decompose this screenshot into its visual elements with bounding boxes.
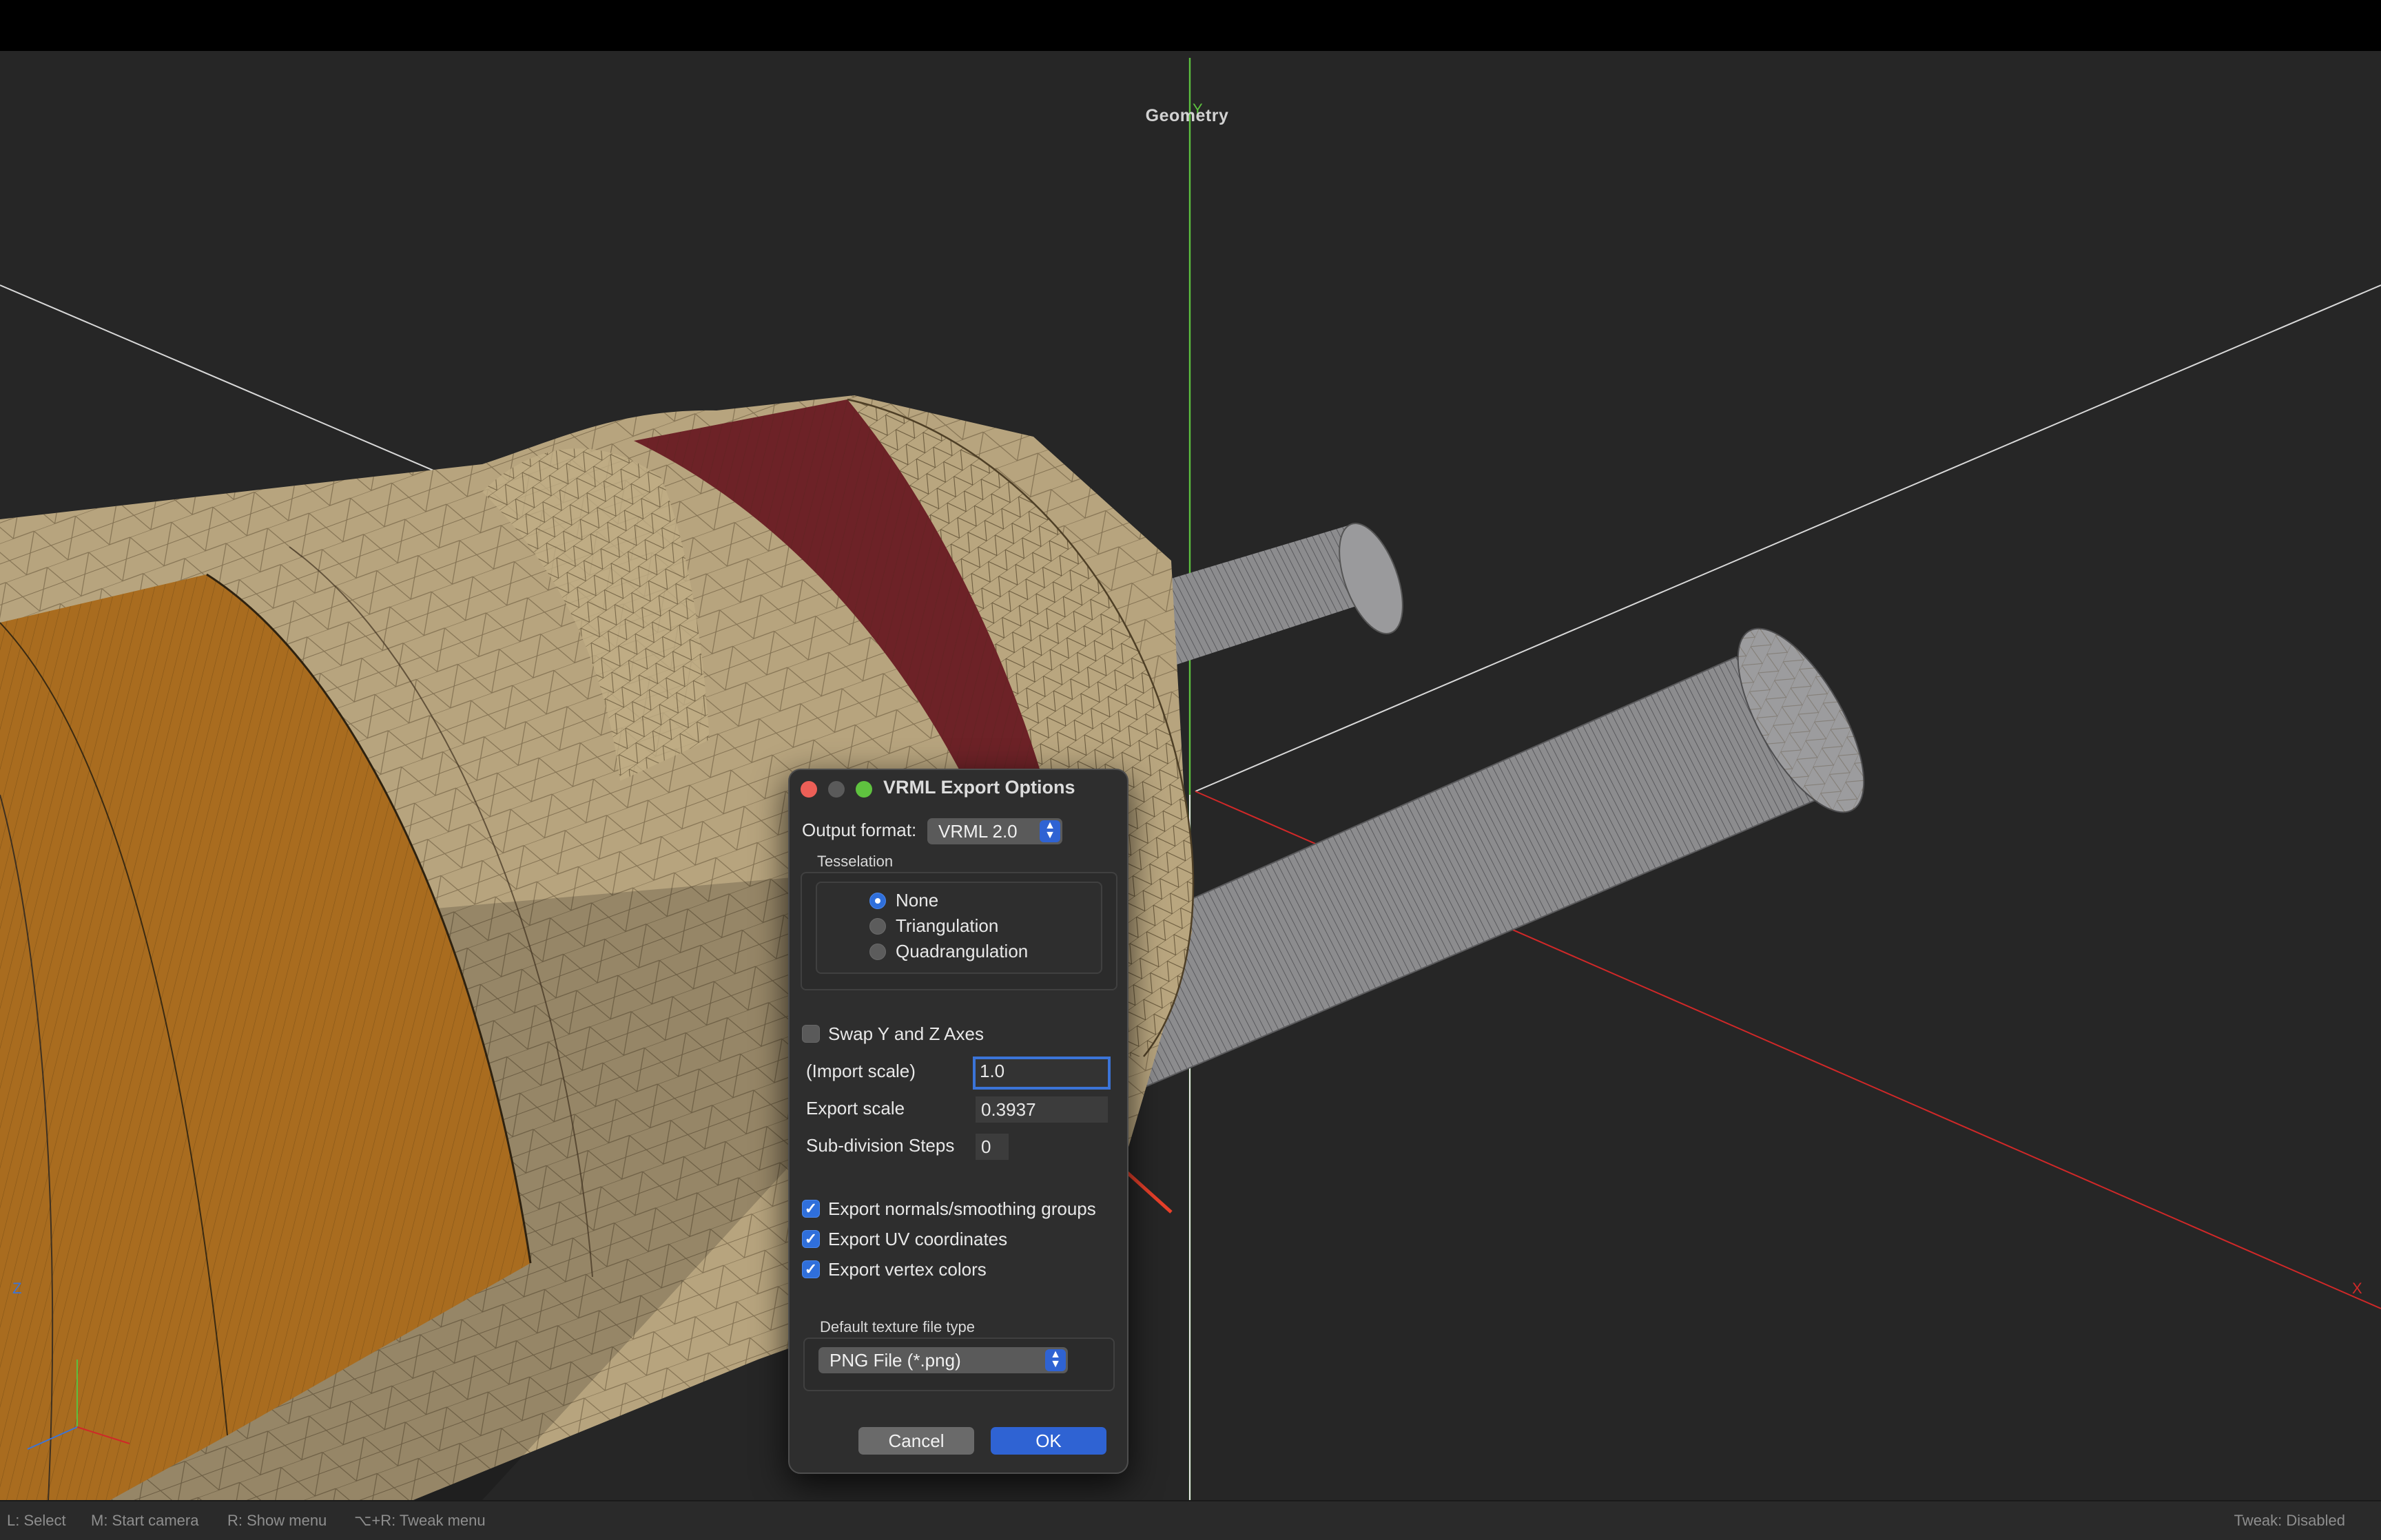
texture-type-label: Default texture file type bbox=[820, 1318, 976, 1335]
subdivision-field[interactable]: 0 bbox=[976, 1134, 1009, 1160]
menu-bar bbox=[0, 0, 2381, 51]
x-axis-label: X bbox=[2352, 1280, 2362, 1297]
dialog-title: VRML Export Options bbox=[883, 777, 1075, 798]
radio-quadrangulation[interactable] bbox=[869, 944, 886, 960]
export-normals-checkbox[interactable]: ✓ bbox=[802, 1200, 820, 1218]
chevron-updown-icon: ▲ ▼ bbox=[1040, 820, 1060, 842]
vrml-export-dialog: VRML Export Options Output format: VRML … bbox=[788, 769, 1128, 1474]
chevron-updown-icon: ▲ ▼ bbox=[1045, 1349, 1066, 1371]
swap-axes-label: Swap Y and Z Axes bbox=[828, 1023, 984, 1044]
texture-type-select[interactable]: PNG File (*.png) ▲ ▼ bbox=[818, 1347, 1068, 1373]
radio-quadrangulation-label: Quadrangulation bbox=[896, 941, 1029, 961]
import-scale-field[interactable]: 1.0 bbox=[973, 1057, 1111, 1090]
export-normals-label: Export normals/smoothing groups bbox=[828, 1198, 1096, 1219]
status-hint-tweak-menu: ⌥+R: Tweak menu bbox=[354, 1512, 486, 1529]
export-vertex-colors-label: Export vertex colors bbox=[828, 1259, 987, 1280]
export-scale-field[interactable]: 0.3937 bbox=[976, 1096, 1108, 1123]
radio-triangulation-label: Triangulation bbox=[896, 915, 999, 936]
radio-none[interactable] bbox=[869, 893, 886, 909]
scene-canvas: Y X Z bbox=[0, 58, 2381, 1500]
status-hint-menu: R: Show menu bbox=[227, 1512, 327, 1529]
viewport-title: Geometry bbox=[1145, 106, 1229, 125]
export-scale-label: Export scale bbox=[806, 1098, 905, 1118]
status-hint-select: L: Select bbox=[7, 1512, 66, 1529]
output-format-select[interactable]: VRML 2.0 ▲ ▼ bbox=[927, 818, 1062, 844]
status-hint-camera: M: Start camera bbox=[91, 1512, 199, 1529]
ok-button[interactable]: OK bbox=[991, 1427, 1106, 1455]
radio-triangulation[interactable] bbox=[869, 918, 886, 935]
z-axis-label: Z bbox=[12, 1280, 21, 1297]
output-format-label: Output format: bbox=[802, 820, 917, 840]
status-bar: L: Select M: Start camera R: Show menu ⌥… bbox=[0, 1500, 2381, 1540]
export-uv-checkbox[interactable]: ✓ bbox=[802, 1230, 820, 1248]
zoom-button[interactable] bbox=[856, 781, 872, 798]
tesselation-label: Tesselation bbox=[817, 853, 894, 870]
close-button[interactable] bbox=[801, 781, 817, 798]
tweak-status: Tweak: Disabled bbox=[2234, 1512, 2345, 1529]
minimize-button[interactable] bbox=[828, 781, 845, 798]
grid-line bbox=[0, 284, 449, 477]
radio-none-label: None bbox=[896, 890, 939, 911]
texture-type-value: PNG File (*.png) bbox=[829, 1350, 961, 1371]
import-scale-label: (Import scale) bbox=[806, 1061, 916, 1081]
subdivision-label: Sub-division Steps bbox=[806, 1135, 955, 1156]
swap-axes-checkbox[interactable] bbox=[802, 1025, 820, 1043]
export-uv-label: Export UV coordinates bbox=[828, 1229, 1008, 1249]
cancel-button[interactable]: Cancel bbox=[858, 1427, 974, 1455]
export-vertex-colors-checkbox[interactable]: ✓ bbox=[802, 1260, 820, 1278]
output-format-value: VRML 2.0 bbox=[938, 821, 1018, 842]
geometry-viewport[interactable]: Y X Z Geometry VRML Export Options Outpu… bbox=[0, 51, 2381, 1500]
